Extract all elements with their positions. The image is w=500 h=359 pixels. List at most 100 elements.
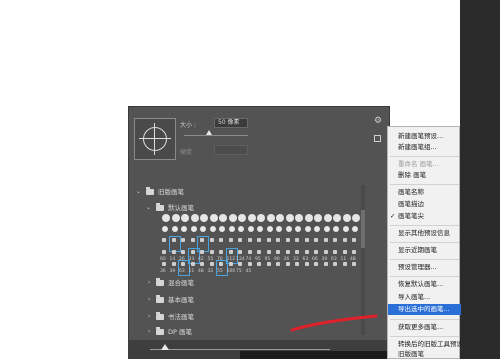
menu-item-restore-default-brushes[interactable]: 恢复默认画笔... <box>388 279 461 290</box>
brush-thumbnail[interactable] <box>255 261 265 275</box>
thumbnail-size-slider-thumb[interactable] <box>161 344 169 350</box>
brush-thumbnail[interactable] <box>303 261 313 275</box>
brush-tip-preview-icon <box>134 118 176 160</box>
chevron-right-icon[interactable]: › <box>148 326 150 338</box>
brush-thumbnail[interactable]: 100 <box>227 261 237 275</box>
brush-tip-mark <box>333 262 337 266</box>
brush-tip-circle <box>143 127 167 151</box>
folder-icon <box>146 187 154 195</box>
brush-tip-mark <box>295 238 299 242</box>
brush-tip-mark <box>162 262 166 266</box>
brush-thumbnail[interactable]: 75 <box>236 261 246 275</box>
brush-tip-mark <box>276 238 280 242</box>
brush-tip-mark <box>285 238 290 242</box>
brush-thumbnail[interactable] <box>265 261 275 275</box>
brush-thumbnail[interactable] <box>322 261 332 275</box>
chevron-right-icon[interactable]: › <box>148 277 150 289</box>
menu-item-import-brushes[interactable]: 导入画笔... <box>388 292 461 303</box>
brush-panel-context-menu: 新建画笔预设... 新建画笔组... 重命名 画笔... 删除 画笔 画笔名称 … <box>387 126 461 359</box>
brush-tip-mark <box>314 238 318 242</box>
menu-separator <box>390 336 459 337</box>
brush-tip-mark <box>266 262 271 266</box>
brush-thumbnail-grid: 60 14 26 33 42 55 70 112 134 74 95 95 90 36 33 63 66 39 63… <box>160 213 360 276</box>
brush-tip-mark <box>342 262 347 266</box>
tree-row-legacy-brushes[interactable]: ⌄ 旧版画笔 <box>136 186 356 198</box>
chevron-down-icon[interactable]: ⌄ <box>146 202 151 214</box>
menu-item-export-selected-brushes[interactable]: 导出选中的画笔... <box>388 304 461 315</box>
menu-item-brush-stroke[interactable]: 画笔描边 <box>388 199 461 210</box>
red-annotation-stroke <box>290 314 378 332</box>
menu-item-brush-tip[interactable]: ✓ 画笔笔尖 <box>388 211 461 222</box>
brush-thumbnail[interactable] <box>350 261 360 275</box>
menu-item-brush-name[interactable]: 画笔名称 <box>388 187 461 198</box>
menu-item-delete-brush[interactable]: 删除 画笔 <box>388 170 461 181</box>
hardness-input[interactable] <box>214 145 248 155</box>
brush-thumbnail[interactable] <box>274 261 284 275</box>
brush-thumbnail[interactable]: 48 <box>198 261 208 275</box>
brush-thumbnail[interactable] <box>284 261 294 275</box>
tree-row-basic-brushes[interactable]: › 基本画笔 <box>146 294 356 306</box>
new-preset-icon[interactable] <box>374 135 381 142</box>
brush-tip-mark <box>285 262 290 266</box>
panel-scrollbar-track[interactable] <box>361 185 365 335</box>
brush-thumbnail[interactable] <box>312 261 322 275</box>
brush-thumbnail[interactable]: 39 <box>170 261 180 275</box>
brush-tip-mark <box>181 250 185 254</box>
brush-tip-mark <box>228 238 233 242</box>
tree-label: 书法画笔 <box>168 313 194 321</box>
brush-tip-mark <box>352 238 356 242</box>
brush-thumbnail[interactable]: 63 <box>178 260 190 276</box>
brush-tip-mark <box>247 226 254 232</box>
brush-tip-mark <box>219 250 223 254</box>
menu-item-show-recent-brushes[interactable]: 显示近期画笔 <box>388 245 461 256</box>
brush-tip-mark <box>200 250 204 254</box>
brush-thumbnail[interactable] <box>293 261 303 275</box>
brush-tip-mark <box>162 238 166 242</box>
chevron-down-icon[interactable]: ⌄ <box>136 186 141 198</box>
brush-tip-mark <box>295 262 299 266</box>
brush-thumbnail[interactable]: 36 <box>160 261 170 275</box>
thumbnail-size-slider-track[interactable] <box>150 349 330 350</box>
folder-icon <box>156 203 164 211</box>
size-slider-track[interactable] <box>184 135 248 136</box>
brush-tip-mark <box>295 226 301 232</box>
hardness-label: 硬度 : <box>180 149 196 156</box>
menu-item-show-other-preset-info[interactable]: 显示其他预设信息 <box>388 228 461 239</box>
brush-tip-mark <box>304 226 311 232</box>
brush-tip-mark <box>323 238 328 242</box>
brush-tip-mark <box>190 262 195 266</box>
menu-item-legacy-brushes[interactable]: 旧版画笔 <box>388 349 461 359</box>
brush-thumbnail[interactable]: 45 <box>246 261 256 275</box>
brush-thumbnail[interactable]: 11 <box>189 261 199 275</box>
brush-size-number: 32 <box>207 269 214 274</box>
tree-label: 旧版画笔 <box>158 188 184 196</box>
menu-item-preset-manager[interactable]: 预设管理器... <box>388 262 461 273</box>
brush-tip-mark <box>285 250 290 254</box>
brush-tip-mark <box>247 250 252 254</box>
brush-tip-mark <box>314 250 318 254</box>
folder-icon <box>156 312 164 320</box>
folder-icon <box>156 327 164 335</box>
brush-tip-mark <box>200 226 206 232</box>
brush-tip-mark <box>209 226 216 232</box>
size-slider-thumb[interactable] <box>206 130 212 135</box>
size-input[interactable]: 50 像素 <box>214 118 248 128</box>
tree-row-mixed-brushes[interactable]: › 混合画笔 <box>146 277 356 289</box>
menu-item-rename-brush[interactable]: 重命名 画笔... <box>388 159 461 170</box>
menu-item-new-brush-preset[interactable]: 新建画笔预设... <box>388 131 461 142</box>
menu-item-get-more-brushes[interactable]: 获取更多画笔... <box>388 322 461 333</box>
brush-thumbnail[interactable] <box>331 261 341 275</box>
brush-thumbnail[interactable]: 55 <box>216 260 228 276</box>
brush-tip-mark <box>333 250 337 254</box>
brush-thumbnail[interactable] <box>341 261 351 275</box>
brush-tip-mark <box>266 238 271 242</box>
tree-label: DP 画笔 <box>168 328 192 336</box>
chevron-right-icon[interactable]: › <box>148 311 150 323</box>
panel-scrollbar-thumb[interactable] <box>361 210 365 248</box>
menu-item-new-brush-group[interactable]: 新建画笔组... <box>388 142 461 153</box>
gear-icon[interactable]: ⚙ <box>374 117 382 126</box>
brush-tip-mark <box>171 226 178 232</box>
brush-thumbnail[interactable]: 32 <box>208 261 218 275</box>
brush-tip-mark <box>285 226 292 232</box>
chevron-right-icon[interactable]: › <box>148 294 150 306</box>
